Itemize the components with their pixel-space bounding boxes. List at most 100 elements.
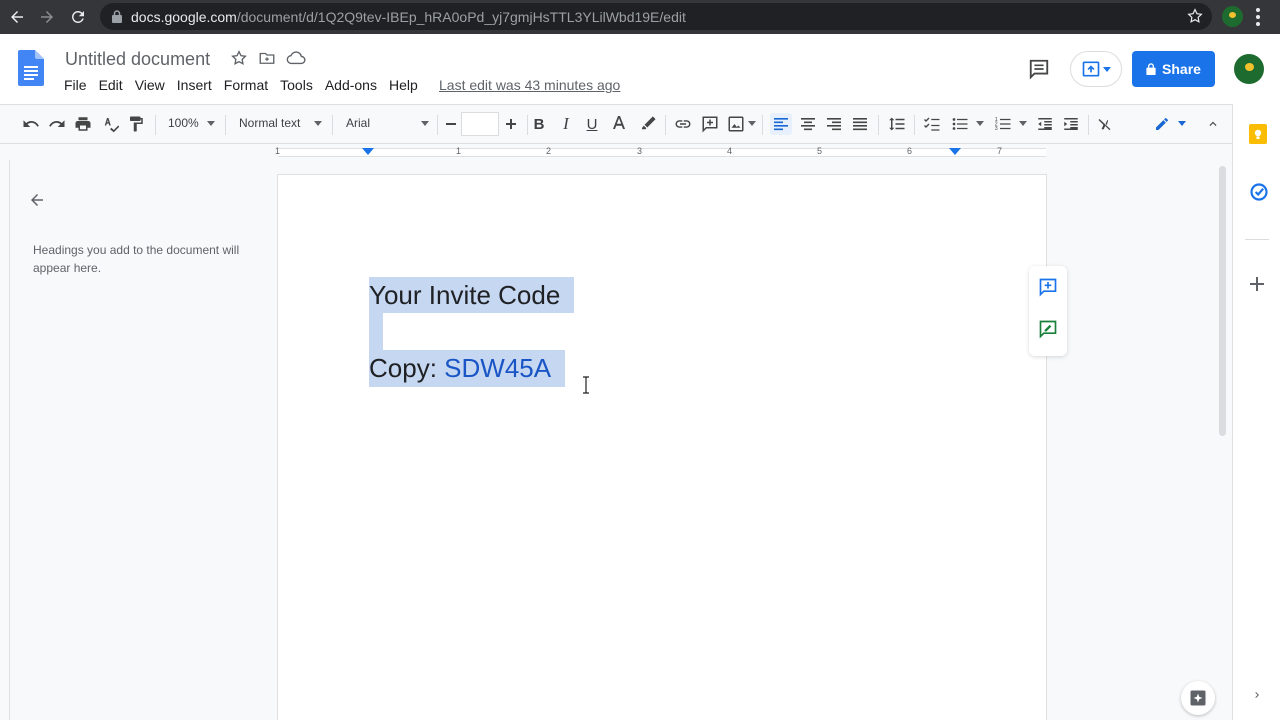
browser-menu-icon[interactable] — [1255, 8, 1261, 26]
italic-icon: I — [563, 114, 569, 133]
document-page[interactable] — [278, 175, 1046, 720]
chevron-down-icon — [1178, 121, 1186, 126]
align-center-button[interactable] — [797, 113, 819, 135]
cloud-saved-icon[interactable] — [286, 49, 306, 67]
account-avatar[interactable] — [1234, 54, 1264, 84]
menu-tools[interactable]: Tools — [280, 77, 325, 93]
close-outline-arrow-icon[interactable] — [28, 191, 46, 209]
outline-hint-text: Headings you add to the document will ap… — [33, 243, 240, 275]
insert-image-button[interactable] — [725, 113, 747, 135]
google-docs-logo-icon[interactable] — [18, 50, 44, 86]
comment-history-icon[interactable] — [1028, 58, 1050, 80]
present-button[interactable] — [1070, 51, 1122, 87]
menu-help[interactable]: Help — [389, 77, 430, 93]
numbered-list-icon: 123 — [995, 117, 1011, 132]
copy-label: Copy: — [369, 353, 445, 383]
justify-button[interactable] — [849, 113, 871, 135]
bookmark-star-icon[interactable] — [1186, 7, 1204, 25]
scrollbar-thumb[interactable] — [1219, 166, 1226, 436]
chevron-right-icon[interactable] — [1251, 688, 1263, 702]
keep-icon[interactable] — [1249, 124, 1267, 144]
highlight-color-button[interactable] — [637, 113, 659, 135]
style-select[interactable]: Normal text — [239, 116, 300, 130]
line-spacing-button[interactable] — [886, 113, 908, 135]
undo-button[interactable] — [20, 113, 42, 135]
zoom-select[interactable]: 100% — [168, 116, 199, 130]
menu-format[interactable]: Format — [224, 77, 280, 93]
decrease-font-size-button[interactable] — [440, 113, 462, 135]
menu-edit[interactable]: Edit — [99, 77, 135, 93]
insert-comment-button[interactable] — [699, 113, 721, 135]
paint-format-button[interactable] — [125, 113, 147, 135]
url-text: docs.google.com/document/d/1Q2Q9tev-IBEp… — [131, 9, 686, 25]
ruler-number: 7 — [997, 146, 1003, 156]
editing-mode-button[interactable] — [1151, 113, 1173, 135]
text-color-icon — [613, 116, 625, 129]
menu-file[interactable]: File — [64, 77, 99, 93]
increase-indent-button[interactable] — [1060, 113, 1082, 135]
bold-icon: B — [533, 115, 545, 133]
document-line-code[interactable]: Copy: SDW45A — [369, 350, 566, 387]
font-select[interactable]: Arial — [346, 116, 370, 130]
align-left-button[interactable] — [770, 113, 792, 135]
document-line-empty[interactable] — [369, 313, 383, 350]
star-icon[interactable] — [230, 49, 248, 67]
vertical-ruler[interactable] — [0, 160, 10, 720]
spellcheck-button[interactable] — [99, 113, 121, 135]
horizontal-ruler[interactable]: 1 1 2 3 4 5 6 7 — [0, 144, 1232, 160]
spellcheck-icon — [104, 118, 119, 133]
add-comment-icon[interactable] — [1038, 277, 1058, 297]
checklist-button[interactable] — [921, 113, 943, 135]
menu-insert[interactable]: Insert — [177, 77, 224, 93]
print-icon — [75, 117, 91, 131]
paint-roller-icon — [130, 116, 143, 132]
pencil-icon — [1156, 117, 1168, 130]
document-title[interactable]: Untitled document — [65, 49, 210, 70]
clear-formatting-button[interactable] — [1095, 113, 1117, 135]
browser-profile-avatar[interactable] — [1222, 6, 1243, 27]
address-bar[interactable]: docs.google.com/document/d/1Q2Q9tev-IBEp… — [100, 3, 1212, 30]
numbered-list-button[interactable]: 123 — [992, 113, 1014, 135]
bold-button[interactable]: B — [528, 113, 550, 135]
chevron-down-icon — [976, 121, 984, 126]
insert-link-button[interactable] — [672, 113, 694, 135]
plus-icon — [506, 119, 516, 129]
browser-toolbar: docs.google.com/document/d/1Q2Q9tev-IBEp… — [0, 0, 1280, 34]
invite-code-text: SDW45A — [444, 353, 552, 383]
last-edit-link[interactable]: Last edit was 43 minutes ago — [439, 77, 620, 93]
left-indent-marker[interactable] — [362, 148, 374, 155]
align-right-button[interactable] — [823, 113, 845, 135]
align-left-icon — [774, 118, 788, 131]
bulleted-list-button[interactable] — [949, 113, 971, 135]
hide-menus-button[interactable] — [1202, 113, 1224, 135]
share-button[interactable]: Share — [1132, 51, 1215, 87]
reload-button[interactable] — [66, 5, 90, 29]
decrease-indent-button[interactable] — [1034, 113, 1056, 135]
side-panel — [1232, 104, 1280, 720]
font-size-input[interactable] — [461, 112, 499, 136]
print-button[interactable] — [72, 113, 94, 135]
add-addon-icon[interactable] — [1250, 277, 1264, 291]
suggest-edits-icon[interactable] — [1038, 319, 1058, 339]
back-button[interactable] — [5, 5, 29, 29]
document-line-heading[interactable]: Your Invite Code — [369, 277, 575, 313]
right-indent-marker[interactable] — [949, 148, 961, 155]
menu-add-ons[interactable]: Add-ons — [325, 77, 389, 93]
explore-button[interactable] — [1181, 681, 1215, 715]
menu-view[interactable]: View — [135, 77, 177, 93]
increase-font-size-button[interactable] — [500, 113, 522, 135]
italic-button[interactable]: I — [555, 113, 577, 135]
underline-button[interactable]: U — [581, 113, 603, 135]
redo-button[interactable] — [46, 113, 68, 135]
move-folder-icon[interactable] — [258, 49, 276, 67]
docs-header: Untitled document File Edit View Insert … — [0, 34, 1280, 104]
vertical-scrollbar[interactable] — [1216, 160, 1230, 720]
text-color-button[interactable] — [608, 113, 630, 135]
tasks-icon[interactable] — [1249, 182, 1269, 202]
indent-decrease-icon — [1038, 118, 1052, 130]
forward-button[interactable] — [35, 5, 59, 29]
svg-text:3: 3 — [995, 126, 998, 132]
chevron-down-icon — [1019, 121, 1027, 126]
formatting-toolbar: 100% Normal text Arial B I U 123 — [0, 104, 1232, 144]
ruler-number: 4 — [727, 146, 733, 156]
